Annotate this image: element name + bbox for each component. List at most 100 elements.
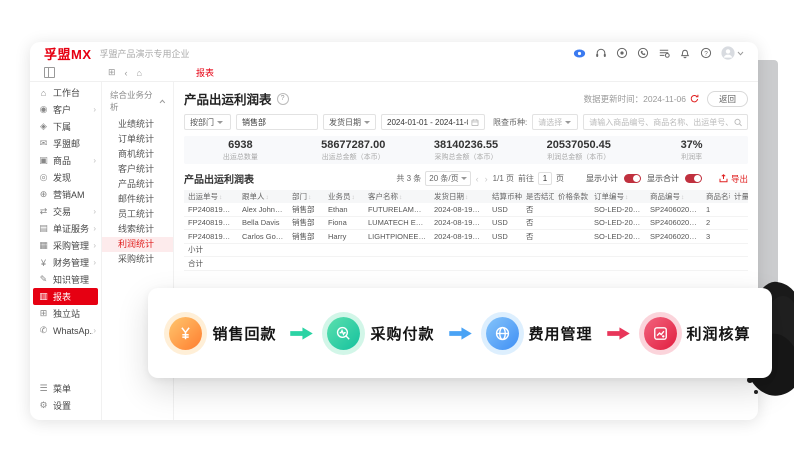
table-row[interactable]: FP240819001Bella Davis销售部FionaLUMATECH E… <box>184 216 748 230</box>
subtotal-row[interactable]: 小计 <box>184 243 748 257</box>
subnav-item-4[interactable]: 客户统计 <box>102 162 173 177</box>
column-header[interactable]: 出运单号↕ <box>184 190 238 203</box>
sort-icon[interactable]: ↕ <box>352 194 355 201</box>
sidebar-item-13[interactable]: ▥报表 <box>33 288 98 305</box>
column-header[interactable]: 结算币种↕ <box>488 190 522 203</box>
sort-icon[interactable]: ↕ <box>399 194 402 201</box>
info-icon[interactable]: ? <box>277 93 289 105</box>
sidebar-item-2[interactable]: ◉客户› <box>30 101 101 118</box>
sidebar-item-6[interactable]: ◎发现 <box>30 169 101 186</box>
total-toggle[interactable] <box>685 174 702 183</box>
subnav-item-6[interactable]: 邮件统计 <box>102 192 173 207</box>
collapse-caret-icon <box>159 99 166 104</box>
sidebar-item-label: 报表 <box>53 290 71 303</box>
bell-icon[interactable] <box>679 47 691 59</box>
column-header[interactable]: 跟单人↕ <box>238 190 288 203</box>
column-header[interactable]: 客户名称↕ <box>364 190 430 203</box>
page-size-dropdown[interactable]: 20 条/页 <box>425 171 470 186</box>
sidebar-item-12[interactable]: ✎知识管理 <box>30 271 101 288</box>
subnav-item-9[interactable]: 利润统计 <box>102 237 173 252</box>
sidebar-collapse[interactable] <box>30 67 102 78</box>
table-cell <box>364 257 430 271</box>
task-list-icon[interactable] <box>658 47 670 59</box>
subnav-item-1[interactable]: 业绩统计 <box>102 117 173 132</box>
sidebar-item-label: 设置 <box>53 399 71 412</box>
next-page-button[interactable]: › <box>484 174 489 184</box>
screen-share-icon[interactable] <box>573 48 586 59</box>
subnav-item-5[interactable]: 产品统计 <box>102 177 173 192</box>
sidebar-item-3[interactable]: ◈下属 <box>30 118 101 135</box>
sort-icon[interactable]: ↕ <box>625 194 628 201</box>
currency-dropdown[interactable]: 请选择 <box>532 114 578 130</box>
date-range-input[interactable] <box>387 118 468 127</box>
user-avatar[interactable] <box>721 46 744 60</box>
subnav-item-3[interactable]: 商机统计 <box>102 147 173 162</box>
column-header[interactable]: 发货日期↕ <box>430 190 488 203</box>
search-input[interactable] <box>589 118 730 127</box>
table-cell <box>238 257 288 271</box>
sidebar-item-5[interactable]: ▣商品› <box>30 152 101 169</box>
column-header[interactable]: 业务员↕ <box>324 190 364 203</box>
goto-page-input[interactable] <box>538 172 552 185</box>
table-cell <box>364 243 430 257</box>
table-row[interactable]: FP240819001Alex Johnson销售部EthanFUTURELAM… <box>184 203 748 216</box>
table-cell <box>288 243 324 257</box>
dept-input[interactable] <box>242 118 312 127</box>
sidebar-item-4[interactable]: ✉孚盟邮 <box>30 135 101 152</box>
column-header[interactable]: 商品编号↕ <box>646 190 702 203</box>
phone-icon[interactable] <box>637 47 649 59</box>
sidebar-collapse-icon[interactable] <box>44 67 55 78</box>
help-icon[interactable]: ? <box>700 47 712 59</box>
sort-icon[interactable]: ↕ <box>589 194 590 201</box>
subnav-item-8[interactable]: 线索统计 <box>102 222 173 237</box>
record-icon[interactable] <box>616 47 628 59</box>
sort-icon[interactable]: ↕ <box>219 194 222 201</box>
back-arrow-icon[interactable]: ‹ <box>125 68 128 78</box>
sidebar-item-10[interactable]: ▦采购管理› <box>30 237 101 254</box>
column-header[interactable]: 商品名称↕ <box>702 190 730 203</box>
sidebar-footer-item[interactable]: ⚙设置 <box>30 397 101 414</box>
subnav-item-7[interactable]: 员工统计 <box>102 207 173 222</box>
export-button[interactable]: 导出 <box>719 173 748 185</box>
tab-reports[interactable]: 报表 <box>196 66 214 79</box>
sidebar-item-15[interactable]: ✆WhatsAp...› <box>30 322 101 339</box>
chevron-right-icon: › <box>93 258 96 267</box>
table-cell <box>590 257 646 271</box>
date-type-dropdown[interactable]: 发货日期 <box>323 114 376 130</box>
table-cell <box>646 243 702 257</box>
subtotal-toggle[interactable] <box>624 174 641 183</box>
column-header[interactable]: 是否结汇↕ <box>522 190 554 203</box>
headset-icon[interactable] <box>595 47 607 59</box>
apps-grid-icon[interactable]: ⊞ <box>108 67 116 78</box>
sort-icon[interactable]: ↕ <box>465 194 468 201</box>
subsidebar-group[interactable]: 综合业务分析 <box>102 89 173 117</box>
dept-filter-dropdown[interactable]: 按部门 <box>184 114 231 130</box>
column-header[interactable]: 订单编号↕ <box>590 190 646 203</box>
sort-icon[interactable]: ↕ <box>308 194 311 201</box>
sidebar-item-label: 工作台 <box>53 86 80 99</box>
subnav-item-2[interactable]: 订单统计 <box>102 132 173 147</box>
back-button[interactable]: 返回 <box>707 91 748 107</box>
sidebar-item-8[interactable]: ⇄交易› <box>30 203 101 220</box>
sort-icon[interactable]: ↕ <box>681 194 684 201</box>
column-header[interactable]: 价格条款↕ <box>554 190 590 203</box>
home-icon[interactable]: ⌂ <box>137 68 142 78</box>
sort-icon[interactable]: ↕ <box>266 194 269 201</box>
subnav-item-10[interactable]: 采购统计 <box>102 252 173 267</box>
prev-page-button[interactable]: ‹ <box>475 174 480 184</box>
refresh-icon[interactable] <box>690 94 699 103</box>
sidebar-item-7[interactable]: ⊕营销AM <box>30 186 101 203</box>
column-header[interactable]: 计量单位↕ <box>730 190 748 203</box>
sidebar-item-11[interactable]: ¥财务管理› <box>30 254 101 271</box>
sidebar-item-14[interactable]: ⊞独立站 <box>30 305 101 322</box>
sidebar-item-9[interactable]: ▤单证服务› <box>30 220 101 237</box>
column-header[interactable]: 部门↕ <box>288 190 324 203</box>
chevron-right-icon: › <box>93 326 96 335</box>
table-cell: 否 <box>522 216 554 230</box>
sidebar-footer-item[interactable]: ☰菜单 <box>30 380 101 397</box>
table-row[interactable]: FP240819001Carlos Gomez销售部HarryLIGHTPION… <box>184 230 748 244</box>
sidebar-item-1[interactable]: ⌂工作台 <box>30 84 101 101</box>
sidebar-item-label: 交易 <box>53 205 71 218</box>
total-row[interactable]: 合计 <box>184 257 748 271</box>
marketing-icon: ⊕ <box>38 189 49 200</box>
